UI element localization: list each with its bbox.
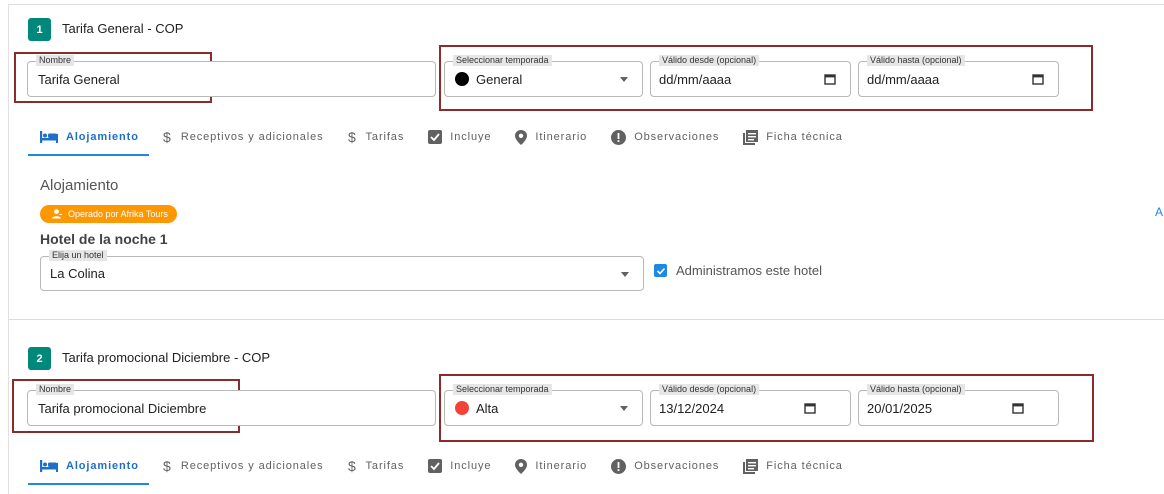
nombre-field[interactable]: Nombre Tarifa promocional Diciembre — [27, 384, 436, 426]
administramos-checkbox[interactable] — [654, 264, 667, 277]
active-tab-indicator — [28, 154, 149, 156]
checkbox-icon — [428, 459, 443, 473]
season-color-dot — [455, 72, 469, 86]
valido-hasta-value: 20/01/2025 — [867, 400, 933, 416]
tab-observaciones[interactable]: Observaciones — [599, 122, 731, 152]
list-icon — [743, 458, 759, 474]
card-border — [8, 4, 1164, 5]
tab-label: Receptivos y adicionales — [180, 131, 324, 143]
checkbox-icon — [428, 130, 443, 144]
valido-desde-value: 13/12/2024 — [659, 400, 725, 416]
valido-desde-field[interactable]: Válido desde (opcional) dd/mm/aaaa — [650, 55, 851, 97]
valido-hasta-field[interactable]: Válido hasta (opcional) dd/mm/aaaa — [858, 55, 1059, 97]
valido-hasta-value: dd/mm/aaaa — [867, 71, 940, 87]
tab-alojamiento[interactable]: Alojamiento — [28, 451, 151, 481]
section-heading: Alojamiento — [40, 177, 119, 194]
tab-tarifas[interactable]: $ Tarifas — [336, 122, 417, 152]
edge-link[interactable]: A — [1155, 205, 1163, 219]
temporada-value: General — [476, 71, 523, 87]
valido-desde-field[interactable]: Válido desde (opcional) 13/12/2024 — [650, 384, 851, 426]
nombre-value: Tarifa General — [38, 71, 120, 87]
dollar-icon: $ — [348, 130, 357, 144]
tab-label: Receptivos y adicionales — [180, 460, 324, 472]
tab-label: Itinerario — [535, 131, 588, 143]
bed-icon — [40, 131, 58, 143]
tab-incluye[interactable]: Incluye — [416, 122, 503, 152]
tab-incluye[interactable]: Incluye — [416, 451, 503, 481]
calendar-icon[interactable] — [804, 402, 816, 414]
tab-receptivos[interactable]: $ Receptivos y adicionales — [151, 122, 336, 152]
tab-observaciones[interactable]: Observaciones — [599, 451, 731, 481]
tab-label: Tarifas — [365, 460, 405, 472]
operator-badge-label: Operado por Afrika Tours — [68, 209, 168, 219]
tab-label: Tarifas — [365, 131, 405, 143]
bed-icon — [40, 460, 58, 472]
operator-badge: Operado por Afrika Tours — [40, 205, 177, 223]
temporada-value: Alta — [476, 400, 499, 416]
calendar-icon[interactable] — [1032, 73, 1044, 85]
temporada-value-wrap: General — [455, 62, 522, 96]
alert-circle-icon — [611, 458, 627, 474]
dollar-icon: $ — [163, 130, 172, 144]
tab-label: Incluye — [450, 131, 492, 143]
chevron-down-icon — [620, 77, 628, 82]
card-divider — [8, 319, 1164, 320]
dollar-icon: $ — [163, 459, 172, 473]
tab-itinerario[interactable]: Itinerario — [503, 122, 599, 152]
tab-bar: Alojamiento $ Receptivos y adicionales $… — [28, 451, 855, 481]
tab-label: Ficha técnica — [766, 131, 843, 143]
svg-text:$: $ — [163, 130, 172, 144]
tab-alojamiento[interactable]: Alojamiento — [28, 122, 151, 152]
tab-tarifas[interactable]: $ Tarifas — [336, 451, 417, 481]
tab-label: Observaciones — [634, 131, 720, 143]
valido-hasta-field[interactable]: Válido hasta (opcional) 20/01/2025 — [858, 384, 1059, 426]
person-icon — [52, 209, 62, 219]
tab-ficha-tecnica[interactable]: Ficha técnica — [731, 451, 855, 481]
tarifa-title: Tarifa promocional Diciembre - COP — [62, 350, 271, 365]
temporada-value-wrap: Alta — [455, 391, 498, 425]
chevron-down-icon — [620, 406, 628, 411]
temporada-select[interactable]: Seleccionar temporada Alta — [444, 384, 643, 426]
check-icon — [656, 267, 665, 275]
hotel-heading: Hotel de la noche 1 — [40, 231, 168, 247]
hotel-select-value: La Colina — [50, 266, 105, 281]
tab-label: Itinerario — [535, 460, 588, 472]
temporada-select[interactable]: Seleccionar temporada General — [444, 55, 643, 97]
svg-text:$: $ — [348, 459, 357, 473]
tab-itinerario[interactable]: Itinerario — [503, 451, 599, 481]
calendar-icon[interactable] — [824, 73, 836, 85]
tarifa-title: Tarifa General - COP — [62, 21, 184, 36]
tab-label: Observaciones — [634, 460, 720, 472]
location-pin-icon — [515, 458, 528, 474]
administramos-label: Administramos este hotel — [676, 263, 822, 278]
nombre-field[interactable]: Nombre Tarifa General — [27, 55, 436, 97]
tab-label: Alojamiento — [66, 131, 139, 143]
alert-circle-icon — [611, 129, 627, 145]
tab-bar: Alojamiento $ Receptivos y adicionales $… — [28, 122, 855, 152]
dollar-icon: $ — [348, 459, 357, 473]
tarifa-number-badge: 2 — [28, 347, 51, 370]
season-color-dot — [455, 401, 469, 415]
svg-text:$: $ — [163, 459, 172, 473]
valido-desde-value: dd/mm/aaaa — [659, 71, 732, 87]
active-tab-indicator — [28, 483, 149, 485]
card-border — [8, 4, 9, 494]
chevron-down-icon — [621, 271, 629, 277]
hotel-select[interactable]: Elija un hotel La Colina — [40, 250, 644, 291]
calendar-icon[interactable] — [1012, 402, 1024, 414]
tab-label: Incluye — [450, 460, 492, 472]
tab-label: Alojamiento — [66, 460, 139, 472]
tab-label: Ficha técnica — [766, 460, 843, 472]
list-icon — [743, 129, 759, 145]
svg-text:$: $ — [348, 130, 357, 144]
tarifa-number-badge: 1 — [28, 18, 51, 41]
location-pin-icon — [515, 129, 528, 145]
tab-receptivos[interactable]: $ Receptivos y adicionales — [151, 451, 336, 481]
tab-ficha-tecnica[interactable]: Ficha técnica — [731, 122, 855, 152]
nombre-value: Tarifa promocional Diciembre — [38, 400, 207, 416]
